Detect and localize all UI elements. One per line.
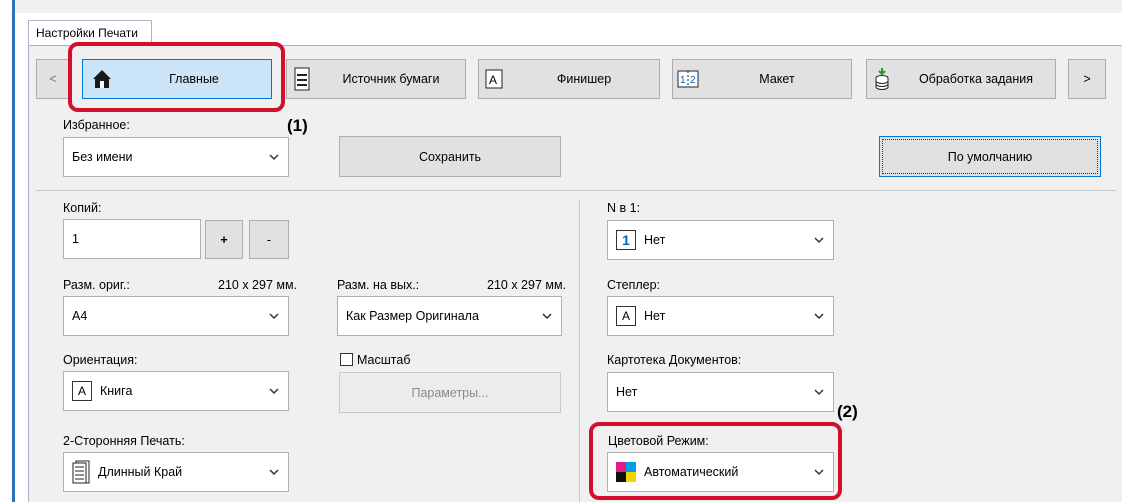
- output-size-select[interactable]: Как Размер Оригинала: [337, 296, 562, 336]
- chevron-down-icon: [541, 310, 553, 322]
- chevron-down-icon: [813, 234, 825, 246]
- column-separator: [579, 200, 580, 502]
- chevron-down-icon: [813, 386, 825, 398]
- favorites-value: Без имени: [72, 150, 133, 164]
- highlight-box-1: [68, 42, 285, 112]
- finisher-icon: A: [479, 69, 509, 89]
- favorites-select[interactable]: Без имени: [63, 137, 289, 177]
- nav-prev-button[interactable]: <: [36, 59, 70, 99]
- zoom-checkbox[interactable]: [340, 353, 353, 366]
- copies-decrement-button[interactable]: -: [249, 220, 289, 259]
- top-strip: [15, 0, 1122, 13]
- orientation-label: Ориентация:: [63, 353, 138, 367]
- filing-label: Картотека Документов:: [607, 353, 742, 367]
- layout-icon: 12: [673, 70, 703, 88]
- color-mode-icon: [616, 462, 636, 482]
- nup-page-icon: 1: [616, 230, 636, 250]
- tab-finisher-label: Финишер: [556, 72, 612, 86]
- settings-panel: [28, 45, 1122, 502]
- orig-size-select[interactable]: A4: [63, 296, 289, 336]
- portrait-icon: A: [72, 381, 92, 401]
- nup-value: Нет: [644, 233, 666, 247]
- window-left-border: [12, 0, 15, 502]
- paper-tray-icon: [287, 67, 317, 91]
- color-mode-select[interactable]: Автоматический: [607, 452, 834, 492]
- output-size-dims: 210 x 297 мм.: [487, 278, 567, 292]
- nav-next-button[interactable]: >: [1068, 59, 1106, 99]
- output-size-label: Разм. на вых.:: [337, 278, 420, 292]
- staple-icon: A: [616, 306, 636, 326]
- separator: [36, 190, 1116, 191]
- left-margin: [0, 0, 8, 502]
- tab-paper-source-label: Источник бумаги: [342, 72, 440, 86]
- copies-input[interactable]: 1: [63, 219, 201, 259]
- nup-label: N в 1:: [607, 201, 641, 215]
- copies-label: Копий:: [63, 201, 102, 215]
- stapler-select[interactable]: A Нет: [607, 296, 834, 336]
- chevron-down-icon: [268, 151, 280, 163]
- output-size-value: Как Размер Оригинала: [346, 309, 479, 323]
- svg-text:2: 2: [690, 75, 696, 86]
- defaults-button[interactable]: По умолчанию: [879, 136, 1101, 177]
- chevron-down-icon: [813, 310, 825, 322]
- orig-size-label: Разм. ориг.:: [63, 278, 130, 292]
- tab-paper-source[interactable]: Источник бумаги: [286, 59, 466, 99]
- color-mode-value: Автоматический: [644, 465, 739, 479]
- stapler-value: Нет: [644, 309, 666, 323]
- chevron-down-icon: [813, 466, 825, 478]
- nup-select[interactable]: 1 Нет: [607, 220, 834, 260]
- orientation-select[interactable]: A Книга: [63, 371, 289, 411]
- duplex-label: 2-Сторонняя Печать:: [63, 434, 185, 448]
- orig-size-dims: 210 x 297 мм.: [218, 278, 298, 292]
- tab-finisher[interactable]: A Финишер: [478, 59, 660, 99]
- duplex-value: Длинный Край: [98, 465, 183, 479]
- save-button[interactable]: Сохранить: [339, 136, 561, 177]
- orig-size-value: A4: [72, 309, 88, 323]
- tab-layout[interactable]: 12 Макет: [672, 59, 852, 99]
- duplex-book-icon: [72, 460, 90, 484]
- zoom-params-button[interactable]: Параметры...: [339, 372, 561, 413]
- job-handling-icon: [867, 67, 897, 91]
- tab-job-handling[interactable]: Обработка задания: [866, 59, 1056, 99]
- annotation-label-1: (1): [287, 116, 308, 135]
- svg-text:A: A: [489, 73, 497, 87]
- tab-job-handling-label: Обработка задания: [918, 72, 1034, 86]
- chevron-down-icon: [268, 385, 280, 397]
- svg-text:1: 1: [680, 75, 686, 86]
- stapler-label: Степлер:: [607, 278, 661, 292]
- favorites-label: Избранное:: [63, 118, 130, 132]
- filing-select[interactable]: Нет: [607, 372, 834, 412]
- zoom-label: Масштаб: [357, 353, 411, 367]
- duplex-select[interactable]: Длинный Край: [63, 452, 289, 492]
- filing-value: Нет: [616, 385, 638, 399]
- copies-increment-button[interactable]: +: [205, 220, 243, 259]
- annotation-label-2: (2): [837, 402, 858, 421]
- tab-layout-label: Макет: [759, 72, 795, 86]
- chevron-down-icon: [268, 466, 280, 478]
- color-mode-label: Цветовой Режим:: [608, 434, 709, 448]
- chevron-down-icon: [268, 310, 280, 322]
- orientation-value: Книга: [100, 384, 133, 398]
